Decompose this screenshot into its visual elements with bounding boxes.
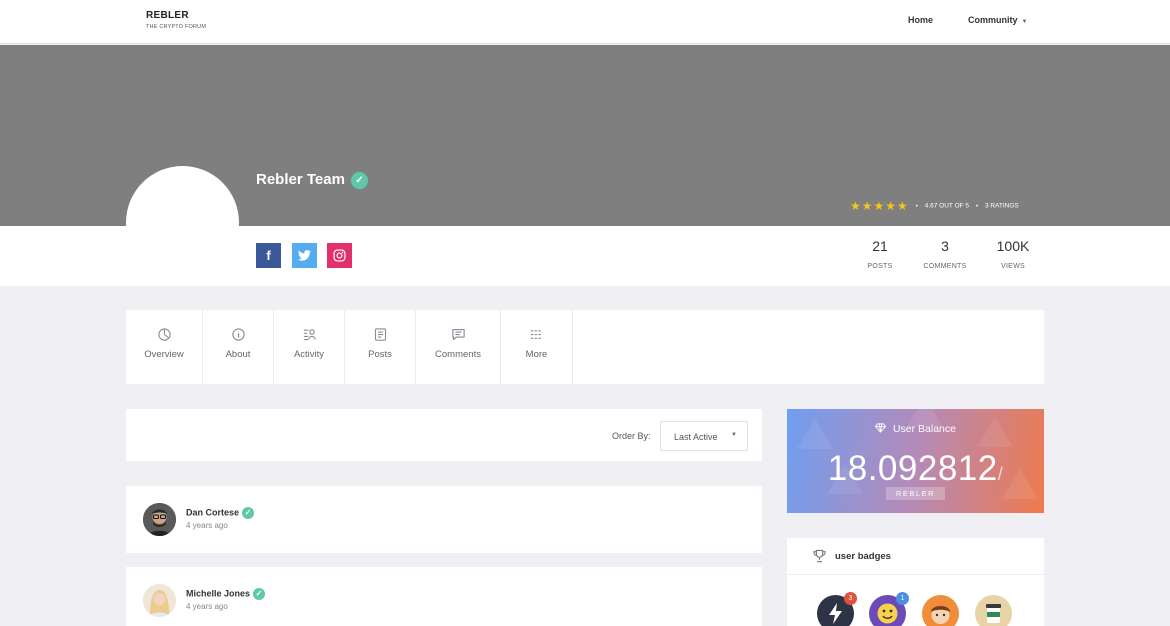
smiley-badge-icon[interactable]: 1 — [869, 592, 909, 626]
lightning-badge-icon[interactable]: 3 — [817, 592, 857, 626]
profile-rating: ★★★★★ • 4.67 OUT OF 5 • 3 RATINGS — [850, 199, 1019, 213]
profile-name: Rebler Team ✓ — [256, 171, 368, 189]
post-author-name: Michelle Jones — [186, 588, 251, 599]
tab-label: Posts — [368, 349, 392, 360]
overview-icon — [126, 327, 202, 343]
activity-icon — [274, 327, 344, 343]
verified-icon: ✓ — [253, 588, 266, 600]
tab-activity[interactable]: Activity — [274, 310, 345, 384]
comment-icon — [416, 327, 500, 343]
post-author-name: Dan Cortese — [186, 507, 240, 518]
user-badges-card: user badges 3 1 — [787, 538, 1044, 626]
badge-count: 3 — [844, 592, 857, 605]
profile-tabs: Overview About Activity Posts Comments M… — [126, 310, 1044, 384]
stat-value: 21 — [872, 238, 888, 254]
badge-count: 1 — [896, 592, 909, 605]
diamond-icon — [875, 423, 893, 435]
user-balance-card: User Balance 18.092812/ REBLER — [787, 409, 1044, 513]
order-bar: Order By: Last Active ▼ — [126, 409, 762, 461]
separator-dot: • — [975, 202, 979, 210]
order-by-select[interactable]: Last Active ▼ — [660, 421, 748, 451]
tab-label: Comments — [435, 349, 481, 360]
chevron-down-icon: ▼ — [1021, 19, 1028, 25]
brand-name: REBLER — [146, 10, 189, 21]
badges-header: user badges — [787, 538, 1044, 575]
instagram-icon[interactable] — [327, 243, 352, 268]
verified-icon: ✓ — [242, 507, 255, 519]
tab-label: More — [525, 349, 548, 360]
profile-name-text: Rebler Team — [256, 171, 345, 188]
tab-comments[interactable]: Comments — [416, 310, 501, 384]
info-icon — [203, 327, 273, 343]
face-badge-icon[interactable] — [922, 595, 959, 626]
nav-community-label: Community — [968, 15, 1018, 25]
profile-avatar[interactable] — [126, 166, 239, 279]
nav-home-link[interactable]: Home — [908, 15, 933, 25]
balance-amount: 18.092812/ — [787, 449, 1044, 489]
balance-title: User Balance — [787, 423, 1044, 435]
stat-label: POSTS — [867, 263, 893, 270]
author-avatar[interactable] — [143, 584, 176, 617]
tab-label: Overview — [144, 349, 184, 360]
tab-about[interactable]: About — [203, 310, 274, 384]
chevron-down-icon: ▼ — [731, 432, 737, 438]
stat-value: 3 — [941, 238, 949, 254]
stat-posts[interactable]: 21 POSTS — [845, 238, 915, 270]
post-time: 4 years ago — [186, 602, 228, 611]
post-author[interactable]: Dan Cortese ✓ — [186, 507, 255, 519]
facebook-icon[interactable]: f — [256, 243, 281, 268]
tab-label: Activity — [293, 349, 325, 360]
twitter-icon[interactable] — [292, 243, 317, 268]
menu-lines-icon — [501, 327, 572, 343]
nav-community-link[interactable]: Community ▼ — [968, 15, 1027, 25]
brand-tagline: THE CRYPTO FORUM — [146, 24, 207, 30]
post-card[interactable]: Dan Cortese ✓ 4 years ago — [126, 486, 762, 553]
top-navbar: REBLER THE CRYPTO FORUM Home Community ▼ — [0, 0, 1170, 44]
order-by-label: Order By: — [612, 431, 651, 441]
rating-text: 4.67 OUT OF 5 — [924, 202, 970, 210]
balance-amount-value: 18.092812 — [827, 449, 998, 488]
balance-slash: / — [997, 464, 1004, 484]
trophy-icon — [812, 549, 827, 568]
stat-comments[interactable]: 3 COMMENTS — [910, 238, 980, 270]
tab-posts[interactable]: Posts — [345, 310, 416, 384]
rating-stars-icon: ★★★★★ — [850, 199, 909, 213]
tab-label: About — [225, 349, 251, 360]
balance-unit: REBLER — [886, 487, 945, 500]
post-card[interactable]: Michelle Jones ✓ 4 years ago — [126, 567, 762, 626]
brand-logo[interactable]: REBLER THE CRYPTO FORUM — [146, 10, 206, 30]
verified-icon: ✓ — [350, 171, 368, 189]
post-author[interactable]: Michelle Jones ✓ — [186, 588, 266, 600]
stat-label: COMMENTS — [923, 263, 967, 270]
separator-dot: • — [915, 202, 918, 210]
tab-overview[interactable]: Overview — [126, 310, 203, 384]
post-time: 4 years ago — [186, 521, 228, 530]
ratings-count: 3 RATINGS — [984, 202, 1019, 210]
badges-title: user badges — [835, 551, 891, 562]
stat-value: 100K — [996, 238, 1030, 254]
order-by-value: Last Active — [674, 432, 718, 442]
document-icon — [345, 327, 415, 343]
stat-views[interactable]: 100K VIEWS — [978, 238, 1048, 270]
cup-badge-icon[interactable] — [975, 595, 1012, 626]
tab-more[interactable]: More — [501, 310, 573, 384]
author-avatar[interactable] — [143, 503, 176, 536]
balance-title-text: User Balance — [892, 423, 956, 435]
stat-label: VIEWS — [1000, 263, 1026, 270]
